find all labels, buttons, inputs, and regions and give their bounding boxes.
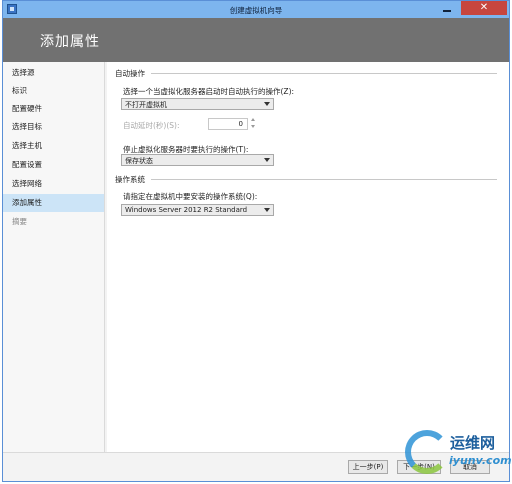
title-bar[interactable]: 创建虚拟机向导 ✕: [3, 1, 509, 18]
back-button[interactable]: 上一步(P): [348, 460, 388, 474]
close-button[interactable]: ✕: [461, 1, 507, 15]
wizard-window: 创建虚拟机向导 ✕ 添加属性 选择源 标识 配置硬件 选择目标 选择主机 配置设…: [2, 0, 510, 482]
minimize-button[interactable]: [435, 1, 459, 15]
start-action-value: 不打开虚拟机: [125, 101, 167, 109]
os-divider: [151, 179, 497, 180]
sidebar-item-identity[interactable]: 标识: [3, 82, 104, 100]
stop-action-value: 保存状态: [125, 157, 153, 165]
chevron-down-icon: [264, 102, 270, 106]
wizard-header: 添加属性: [3, 18, 509, 62]
auto-delay-value: 0: [238, 120, 243, 128]
chevron-down-icon: [264, 208, 270, 212]
sidebar-item-configure-settings[interactable]: 配置设置: [3, 156, 104, 174]
spin-down-icon[interactable]: [251, 125, 255, 128]
start-action-dropdown[interactable]: 不打开虚拟机: [121, 98, 274, 110]
spin-up-icon[interactable]: [251, 118, 255, 121]
sidebar-item-select-host[interactable]: 选择主机: [3, 137, 104, 155]
auto-actions-divider: [151, 73, 497, 74]
main-content: 自动操作 选择一个当虚拟化服务器启动时自动执行的操作(Z): 不打开虚拟机 自动…: [107, 62, 509, 452]
window-title: 创建虚拟机向导: [229, 6, 283, 15]
watermark-logo: 运维网 iyunv.com: [405, 418, 512, 480]
auto-delay-input[interactable]: 0: [208, 118, 248, 130]
os-section-title: 操作系统: [115, 175, 145, 184]
os-label: 请指定在虚拟机中要安装的操作系统(Q):: [123, 192, 258, 201]
os-value: Windows Server 2012 R2 Standard: [125, 206, 248, 214]
os-dropdown[interactable]: Windows Server 2012 R2 Standard: [121, 204, 274, 216]
start-action-label: 选择一个当虚拟化服务器启动时自动执行的操作(Z):: [123, 87, 295, 96]
auto-actions-section-title: 自动操作: [115, 69, 145, 78]
chevron-down-icon: [264, 158, 270, 162]
watermark-cn-text: 运维网: [450, 434, 496, 452]
swirl-icon: [405, 430, 449, 474]
auto-delay-spinner[interactable]: [251, 117, 257, 131]
wizard-steps-sidebar: 选择源 标识 配置硬件 选择目标 选择主机 配置设置 选择网络 添加属性 摘要: [3, 62, 105, 452]
sidebar-item-select-source[interactable]: 选择源: [3, 64, 104, 82]
sidebar-item-select-destination[interactable]: 选择目标: [3, 118, 104, 136]
sidebar-item-add-properties[interactable]: 添加属性: [3, 194, 104, 212]
page-title: 添加属性: [40, 34, 100, 50]
watermark-en-text: iyunv.com: [449, 454, 512, 467]
sidebar-item-configure-hardware[interactable]: 配置硬件: [3, 100, 104, 118]
auto-delay-label: 自动延时(秒)(S):: [123, 121, 180, 130]
sidebar-item-summary: 摘要: [12, 217, 27, 226]
stop-action-dropdown[interactable]: 保存状态: [121, 154, 274, 166]
sidebar-item-select-network[interactable]: 选择网络: [3, 175, 104, 193]
